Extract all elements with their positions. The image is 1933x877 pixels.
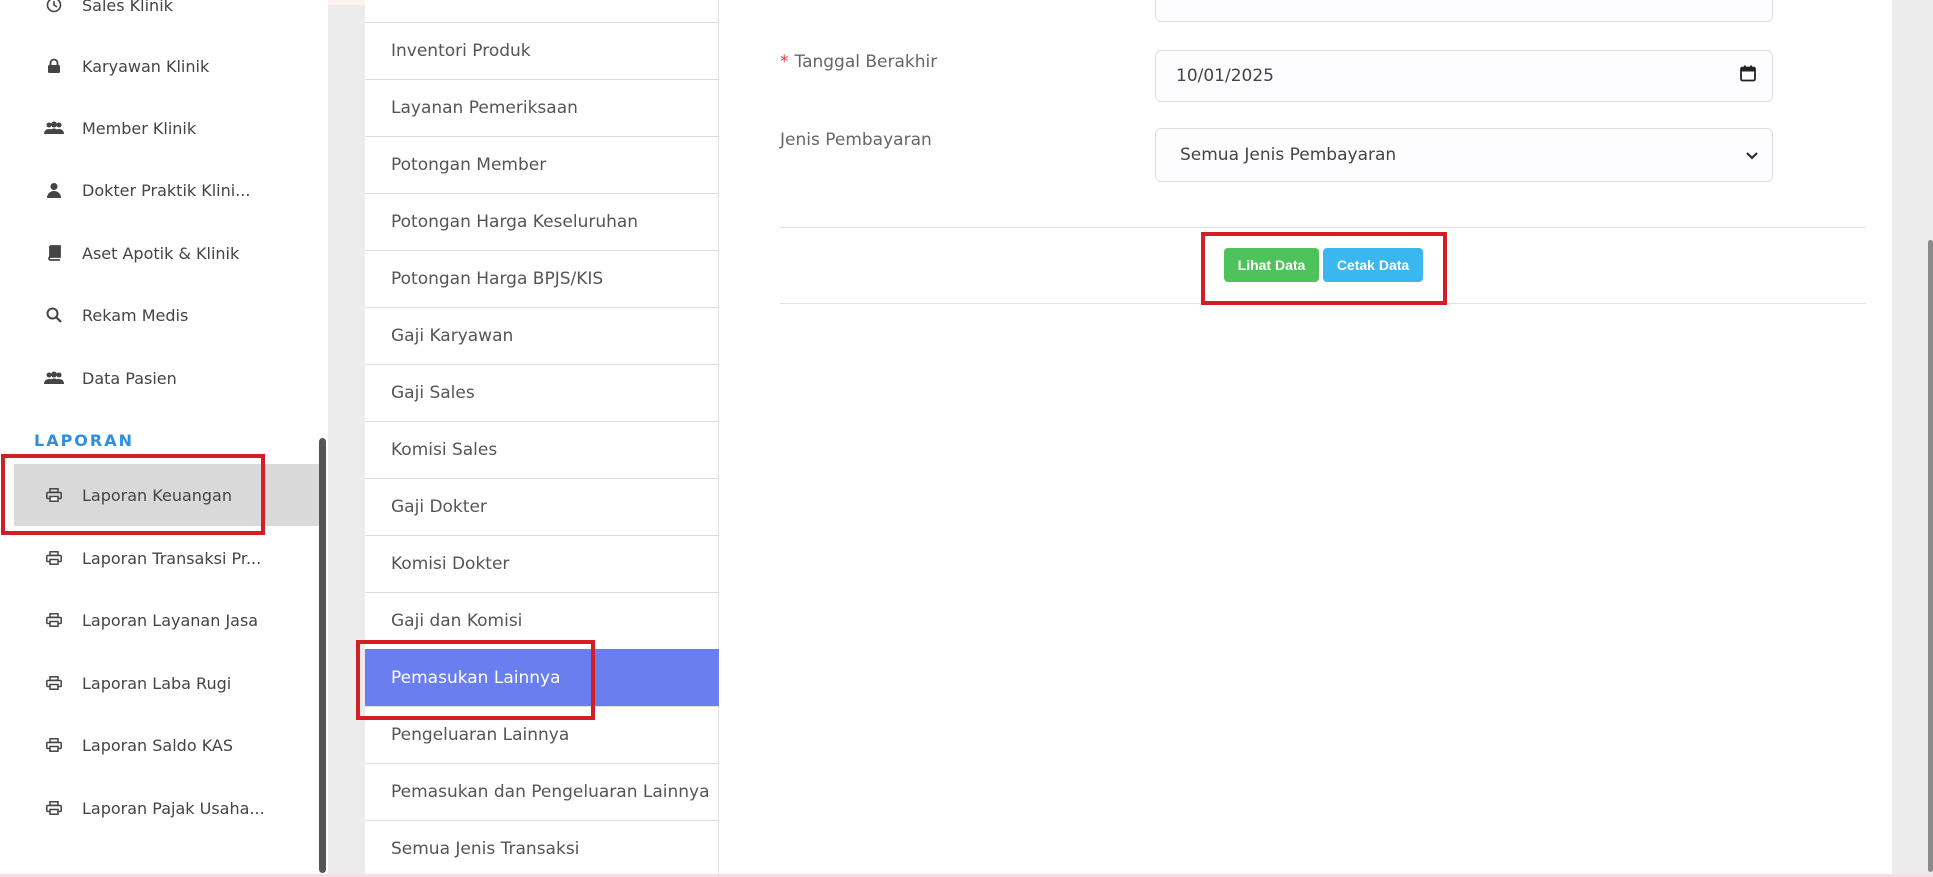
sidebar-item-label: Sales Klinik <box>82 0 173 15</box>
sidebar-item-label: Laporan Laba Rugi <box>82 673 232 693</box>
search-icon <box>34 307 74 323</box>
sidebar-item-label: Laporan Layanan Jasa <box>82 610 259 630</box>
sidebar-item-laporan-pajak[interactable]: Laporan Pajak Usaha... <box>14 777 319 839</box>
sidebar-item-karyawan-klinik[interactable]: Karyawan Klinik <box>14 35 319 97</box>
sidebar-item-rekam-medis[interactable]: Rekam Medis <box>14 284 319 346</box>
users-icon <box>34 371 74 385</box>
page-gutter <box>1892 0 1933 877</box>
menu-item-komisi-dokter[interactable]: Komisi Dokter <box>365 535 719 592</box>
end-date-input[interactable]: 10/01/2025 <box>1155 50 1773 102</box>
menu-item-gaji-dokter[interactable]: Gaji Dokter <box>365 478 719 535</box>
printer-icon <box>34 551 74 565</box>
user-icon <box>34 182 74 198</box>
end-date-label-text: Tanggal Berakhir <box>794 52 938 72</box>
book-icon <box>34 245 74 261</box>
sidebar-item-laporan-laba-rugi[interactable]: Laporan Laba Rugi <box>14 652 319 714</box>
sidebar-item-label: Laporan Saldo KAS <box>82 735 234 755</box>
sidebar-item-laporan-layanan-jasa[interactable]: Laporan Layanan Jasa <box>14 589 319 651</box>
sidebar-item-laporan-transaksi[interactable]: Laporan Transaksi Pr... <box>14 527 319 589</box>
sidebar: Sales Klinik Karyawan Klinik Member Klin… <box>0 0 328 877</box>
sidebar-item-label: Karyawan Klinik <box>82 56 210 76</box>
highlight-box-action-buttons <box>1201 232 1447 305</box>
sidebar-item-label: Dokter Praktik Klini... <box>82 180 251 200</box>
sidebar-item-aset-apotik[interactable]: Aset Apotik & Klinik <box>14 222 319 284</box>
required-mark: * <box>780 52 789 72</box>
start-date-field[interactable] <box>1155 0 1773 22</box>
section-title-laporan: LAPORAN <box>34 431 134 450</box>
menu-item-inventori-produk[interactable]: Inventori Produk <box>365 22 719 79</box>
clock-icon <box>34 0 74 13</box>
printer-icon <box>34 676 74 690</box>
sidebar-item-sales-klinik[interactable]: Sales Klinik <box>14 0 319 36</box>
highlight-box-laporan-keuangan <box>1 454 265 535</box>
sidebar-item-label: Laporan Transaksi Pr... <box>82 548 262 568</box>
menu-item-komisi-sales[interactable]: Komisi Sales <box>365 421 719 478</box>
page-scrollbar[interactable] <box>1928 240 1933 872</box>
menu-item-gaji-sales[interactable]: Gaji Sales <box>365 364 719 421</box>
sidebar-item-dokter-praktik[interactable]: Dokter Praktik Klini... <box>14 159 319 221</box>
end-date-value: 10/01/2025 <box>1176 66 1274 86</box>
menu-item-potongan-keseluruhan[interactable]: Potongan Harga Keseluruhan <box>365 193 719 250</box>
calendar-icon[interactable] <box>1740 65 1756 87</box>
payment-type-select[interactable]: Semua Jenis Pembayaran <box>1155 128 1773 182</box>
menu-item-semua-jenis-transaksi[interactable]: Semua Jenis Transaksi <box>365 820 719 877</box>
sidebar-item-member-klinik[interactable]: Member Klinik <box>14 97 319 159</box>
form-divider-top <box>780 227 1866 228</box>
sidebar-item-label: Data Pasien <box>82 368 177 388</box>
end-date-label: * Tanggal Berakhir <box>780 52 937 72</box>
sidebar-item-label: Laporan Pajak Usaha... <box>82 798 265 818</box>
highlight-box-pemasukan-lainnya <box>356 640 595 720</box>
menu-item-layanan-pemeriksaan[interactable]: Layanan Pemeriksaan <box>365 79 719 136</box>
sidebar-item-label: Member Klinik <box>82 118 197 138</box>
printer-icon <box>34 613 74 627</box>
menu-item-gaji-karyawan[interactable]: Gaji Karyawan <box>365 307 719 364</box>
payment-type-label: Jenis Pembayaran <box>780 130 932 150</box>
sidebar-item-label: Aset Apotik & Klinik <box>82 243 240 263</box>
menu-item-pemasukan-dan-pengeluaran[interactable]: Pemasukan dan Pengeluaran Lainnya <box>365 763 719 820</box>
sidebar-item-label: Rekam Medis <box>82 305 189 325</box>
menu-item-potongan-member[interactable]: Potongan Member <box>365 136 719 193</box>
sidebar-item-laporan-saldo-kas[interactable]: Laporan Saldo KAS <box>14 714 319 776</box>
users-icon <box>34 121 74 135</box>
chevron-down-icon <box>1746 145 1758 165</box>
lock-icon <box>34 58 74 74</box>
payment-type-value: Semua Jenis Pembayaran <box>1180 145 1397 165</box>
sidebar-item-data-pasien[interactable]: Data Pasien <box>14 347 319 409</box>
printer-icon <box>34 738 74 752</box>
menu-item-potongan-bpjs[interactable]: Potongan Harga BPJS/KIS <box>365 250 719 307</box>
printer-icon <box>34 801 74 815</box>
report-filter-form: * Tanggal Berakhir 10/01/2025 Jenis Pemba… <box>719 0 1892 877</box>
report-type-menu: Inventori Produk Layanan Pemeriksaan Pot… <box>365 0 719 877</box>
sidebar-scrollbar[interactable] <box>319 438 326 873</box>
